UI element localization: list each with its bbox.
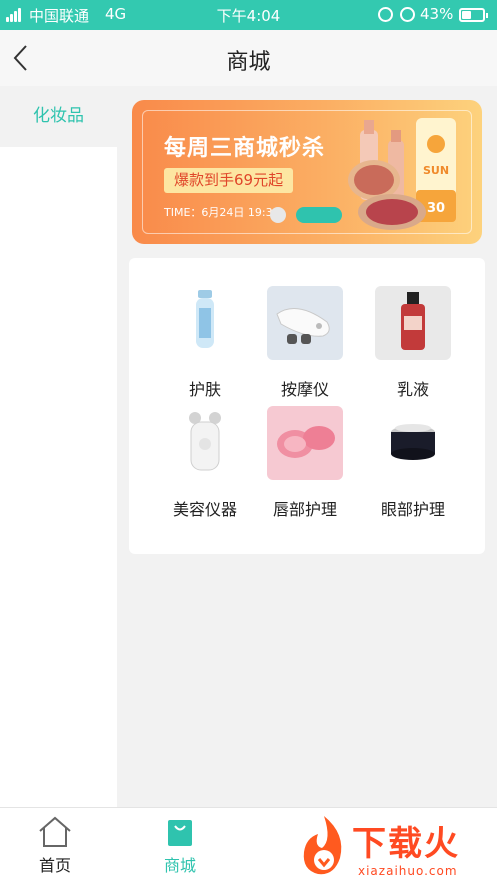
grid-item-label: 眼部护理	[380, 500, 445, 519]
grid-item-massager[interactable]: 按摩仪	[257, 286, 353, 406]
massager-icon	[267, 286, 343, 360]
grid-item-lip-care[interactable]: 唇部护理	[257, 406, 353, 526]
svg-text:SUN: SUN	[423, 164, 449, 177]
battery-icon	[459, 8, 488, 22]
banner-time: TIME：6月24日 19:30	[164, 206, 280, 219]
carousel-dot-active[interactable]	[296, 207, 342, 223]
lotion-bottle-icon	[375, 286, 451, 360]
watermark-url: xiazaihuo.com	[358, 864, 458, 878]
banner-subtitle: 爆款到手69元起	[164, 168, 294, 193]
grid-item-eye-care[interactable]: 眼部护理	[365, 406, 461, 526]
carousel-dot[interactable]	[270, 207, 286, 223]
tab-label: 首页	[38, 856, 71, 875]
sidebar-background	[0, 147, 117, 807]
beauty-device-icon	[167, 406, 243, 480]
shopping-bag-icon	[168, 820, 192, 846]
home-icon	[39, 816, 71, 847]
grid-item-lotion[interactable]: 乳液	[365, 286, 461, 406]
serum-bottle-icon	[167, 286, 243, 360]
nav-header: 商城	[0, 30, 497, 86]
promo-banner[interactable]: 每周三商城秒杀 爆款到手69元起 TIME：6月24日 19:30 SUN 30	[132, 100, 482, 244]
grid-item-skincare[interactable]: 护肤	[157, 286, 253, 406]
grid-item-label: 乳液	[396, 380, 429, 399]
grid-item-label: 按摩仪	[280, 380, 329, 399]
rotation-lock-icon	[378, 7, 393, 22]
cosmetics-illustration: SUN 30	[348, 118, 456, 230]
battery-percent: 43%	[420, 5, 454, 23]
category-grid: 护肤 按摩仪 乳液 美容仪器 唇部护理 眼部护理	[129, 258, 485, 554]
status-bar: 中国联通 4G 下午4:04 43%	[0, 0, 497, 30]
tab-home[interactable]: 首页	[0, 808, 110, 883]
banner-title: 每周三商城秒杀	[164, 136, 326, 161]
grid-item-label: 唇部护理	[272, 500, 337, 519]
watermark-text: 下载火	[352, 824, 460, 864]
svg-text:30: 30	[427, 201, 445, 216]
sidebar-item-cosmetics[interactable]: 化妆品	[0, 86, 117, 147]
watermark-logo: 下载火 xiazaihuo.com	[286, 808, 497, 883]
alarm-icon	[400, 7, 415, 22]
tab-label: 商城	[163, 856, 196, 875]
grid-item-label: 美容仪器	[172, 500, 237, 519]
lip-balm-icon	[267, 406, 343, 480]
page-title: 商城	[226, 50, 271, 75]
grid-item-beauty-device[interactable]: 美容仪器	[157, 406, 253, 526]
eye-cream-icon	[375, 406, 451, 480]
tab-mall[interactable]: 商城	[125, 808, 235, 883]
grid-item-label: 护肤	[188, 380, 221, 399]
